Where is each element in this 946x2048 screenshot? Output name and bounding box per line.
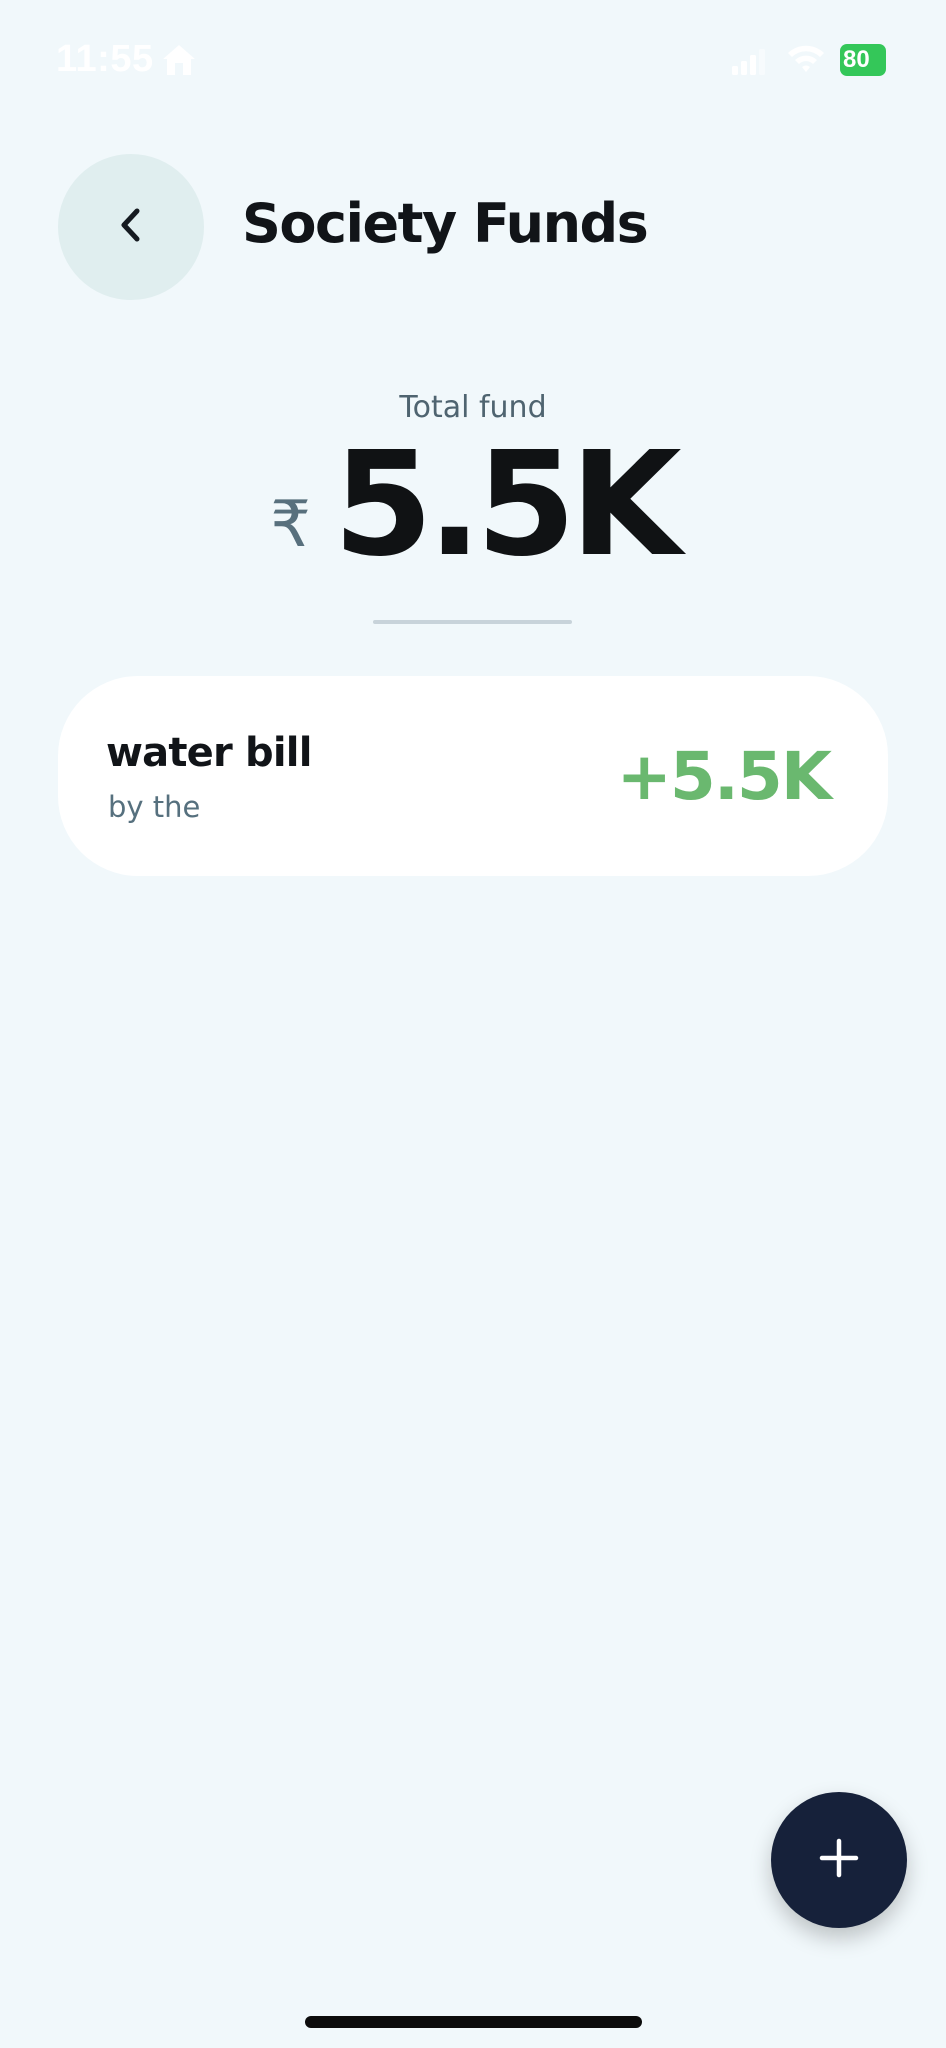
fund-subtitle: by the xyxy=(108,790,201,824)
fund-amount: +5.5K xyxy=(616,738,832,815)
plus-icon xyxy=(819,1838,859,1882)
total-amount-value: 5.5K xyxy=(333,420,682,588)
rupee-icon: ₹ xyxy=(270,488,312,562)
fund-name: water bill xyxy=(106,730,312,776)
add-fund-button[interactable] xyxy=(771,1792,907,1928)
cellular-signal-icon xyxy=(730,46,766,76)
society-funds-screen: 11:55 80 Society Funds Total fund ₹ 5.5K… xyxy=(0,0,946,2048)
chevron-left-icon xyxy=(116,205,146,249)
home-icon xyxy=(160,42,198,78)
page-title: Society Funds xyxy=(242,192,649,255)
back-button[interactable] xyxy=(58,154,204,300)
status-time: 11:55 xyxy=(56,38,154,80)
total-fund-amount: ₹ 5.5K xyxy=(0,432,946,576)
battery-indicator: 80 xyxy=(840,44,886,76)
status-bar: 11:55 80 xyxy=(0,0,946,120)
divider xyxy=(373,620,572,624)
home-indicator[interactable] xyxy=(305,2016,642,2028)
wifi-icon xyxy=(786,42,826,74)
fund-list-item[interactable]: water bill by the +5.5K xyxy=(58,676,888,876)
